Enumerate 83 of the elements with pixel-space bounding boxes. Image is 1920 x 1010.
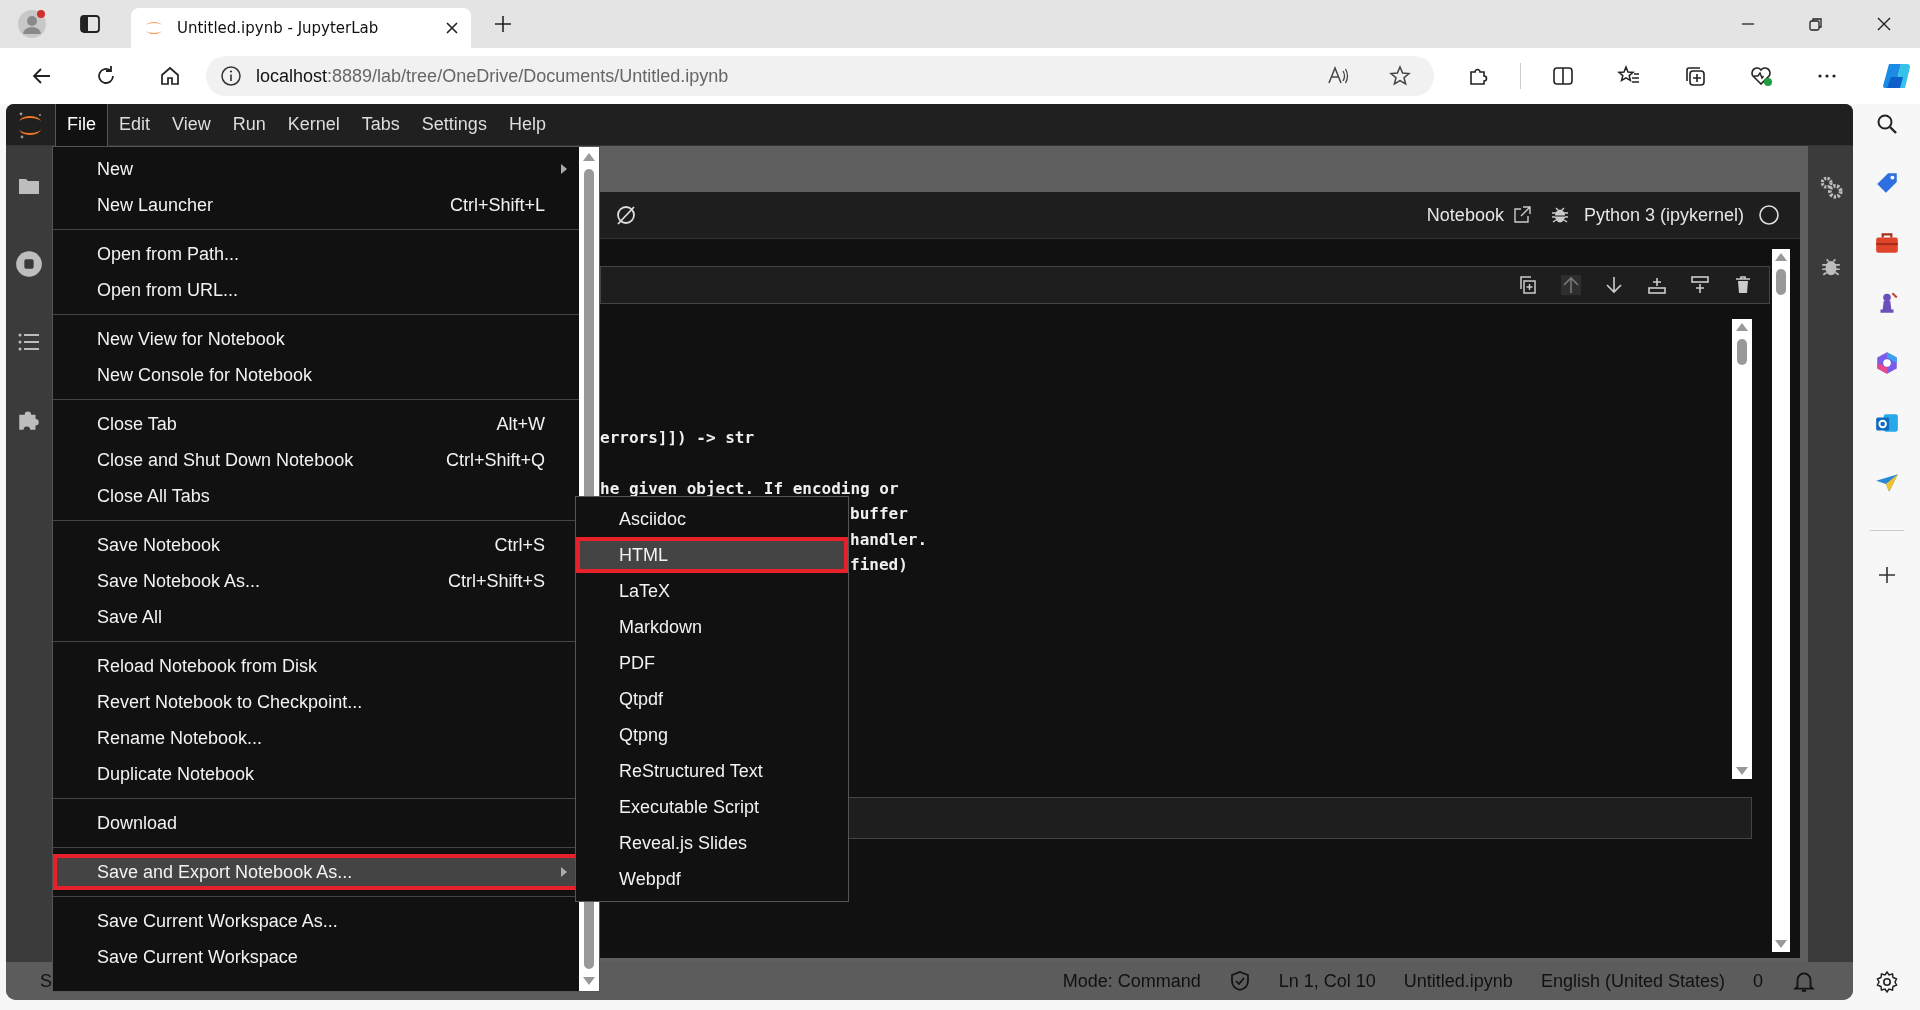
output-scrollbar[interactable] <box>1732 319 1752 779</box>
menu-item[interactable]: Close and Shut Down Notebook Ctrl+Shift+Q <box>53 442 579 478</box>
menu-item[interactable]: Download <box>53 805 579 841</box>
shield-check-icon[interactable] <box>1228 970 1251 992</box>
insert-below-icon[interactable] <box>1647 275 1667 295</box>
menu-item[interactable]: View <box>161 104 222 146</box>
new-tab-icon[interactable] <box>493 14 513 34</box>
menu-item[interactable]: Kernel <box>276 104 351 146</box>
menu-item[interactable]: Settings <box>410 104 498 146</box>
stop-circle-icon[interactable] <box>15 250 43 278</box>
menu-item[interactable]: Save Current Workspace As... <box>53 903 579 939</box>
trash-icon[interactable] <box>1733 275 1753 295</box>
move-down-icon[interactable] <box>1604 275 1624 295</box>
code-line: errors]]) -> str <box>600 427 755 449</box>
home-icon[interactable] <box>158 64 182 88</box>
code-line: handler. <box>850 528 928 551</box>
close-icon[interactable] <box>1876 16 1892 32</box>
menu-item[interactable]: Rename Notebook... <box>53 720 579 756</box>
briefcase-icon[interactable] <box>1873 230 1900 256</box>
bug-icon[interactable] <box>1819 256 1842 278</box>
duplicate-icon[interactable] <box>1518 275 1538 295</box>
code-line: buffer <box>850 503 908 525</box>
restore-icon[interactable] <box>1808 16 1824 32</box>
menu-item[interactable]: LaTeX <box>576 573 848 609</box>
external-link-icon <box>1511 205 1532 225</box>
info-icon[interactable] <box>220 65 242 87</box>
menu-item[interactable]: Duplicate Notebook <box>53 756 579 792</box>
menu-item[interactable]: Qtpng <box>576 717 848 753</box>
shortcut-text: Ctrl+S <box>494 534 545 556</box>
menu-item[interactable]: Qtpdf <box>576 681 848 717</box>
shortcut-text: Ctrl+Shift+S <box>447 570 545 592</box>
menu-item[interactable]: New Launcher Ctrl+Shift+L <box>53 187 579 223</box>
menu-item[interactable]: Webpdf <box>576 861 848 897</box>
add-icon[interactable] <box>1876 565 1897 585</box>
star-icon[interactable] <box>1388 64 1412 88</box>
menu-item[interactable]: ReStructured Text <box>576 753 848 789</box>
menu-item[interactable]: HTML <box>576 537 848 573</box>
kernel-name[interactable]: Python 3 (ipykernel) <box>1583 204 1744 226</box>
settings-icon[interactable] <box>1874 970 1899 994</box>
menu-item[interactable]: Reveal.js Slides <box>576 825 848 861</box>
menu-item[interactable]: Save All <box>53 599 579 635</box>
menu-item[interactable]: Run <box>221 104 277 146</box>
split-screen-icon[interactable] <box>1551 64 1575 88</box>
menu-item[interactable]: Reload Notebook from Disk <box>53 648 579 684</box>
open-notebook-button[interactable]: Notebook <box>1422 204 1536 226</box>
tab-actions-icon[interactable] <box>79 13 101 35</box>
close-icon[interactable] <box>445 21 459 35</box>
shortcut-text: Ctrl+Shift+L <box>449 194 545 216</box>
menu-item[interactable]: Asciidoc <box>576 501 848 537</box>
menu-item[interactable]: Markdown <box>576 609 848 645</box>
code-line: fined) <box>850 554 908 576</box>
insert-above-icon[interactable] <box>1690 275 1710 295</box>
menu-item[interactable]: New Console for Notebook <box>53 357 579 393</box>
menu-item[interactable]: Open from Path... <box>53 236 579 272</box>
menu-item[interactable]: Revert Notebook to Checkpoint... <box>53 684 579 720</box>
profile-avatar-icon[interactable] <box>17 9 47 39</box>
bug-icon[interactable] <box>1549 205 1570 225</box>
menu-item[interactable]: Close All Tabs <box>53 478 579 514</box>
menu-item[interactable]: Help <box>497 104 557 146</box>
health-icon[interactable] <box>1749 64 1773 88</box>
menu-item[interactable]: Tabs <box>350 104 411 146</box>
move-up-icon[interactable] <box>1561 275 1581 295</box>
menu-item[interactable]: File <box>55 104 108 146</box>
menu-item[interactable]: Executable Script <box>576 789 848 825</box>
notebook-scrollbar[interactable] <box>1772 249 1790 952</box>
menu-item[interactable]: Save Current Workspace <box>53 939 579 975</box>
code-line: he given object. If encoding or <box>600 477 899 500</box>
menu-item[interactable]: Open from URL... <box>53 272 579 308</box>
menu-item[interactable]: Close Tab Alt+W <box>53 406 579 442</box>
address-field[interactable]: localhost:8889/lab/tree/OneDrive/Documents/Untitled.ipynb <box>206 56 1434 96</box>
menu-item[interactable]: Save Notebook As... Ctrl+Shift+S <box>53 563 579 599</box>
url-text: localhost:8889/lab/tree/OneDrive/Documents/Untitled.ipynb <box>256 65 729 87</box>
menu-item[interactable]: Save Notebook Ctrl+S <box>53 527 579 563</box>
collections-icon[interactable] <box>1683 64 1707 88</box>
shortcut-text: Ctrl+Shift+Q <box>445 449 545 471</box>
browser-tab[interactable]: Untitled.ipynb - JupyterLab <box>131 8 471 48</box>
menu-item[interactable]: New <box>53 151 579 187</box>
menu-item[interactable]: Edit <box>108 104 162 146</box>
menu-item[interactable]: PDF <box>576 645 848 681</box>
menu-item[interactable]: New View for Notebook <box>53 321 579 357</box>
circle-slash-icon[interactable] <box>614 203 638 227</box>
kernel-status-icon <box>1758 204 1780 226</box>
shortcut-text: Alt+W <box>496 413 545 435</box>
